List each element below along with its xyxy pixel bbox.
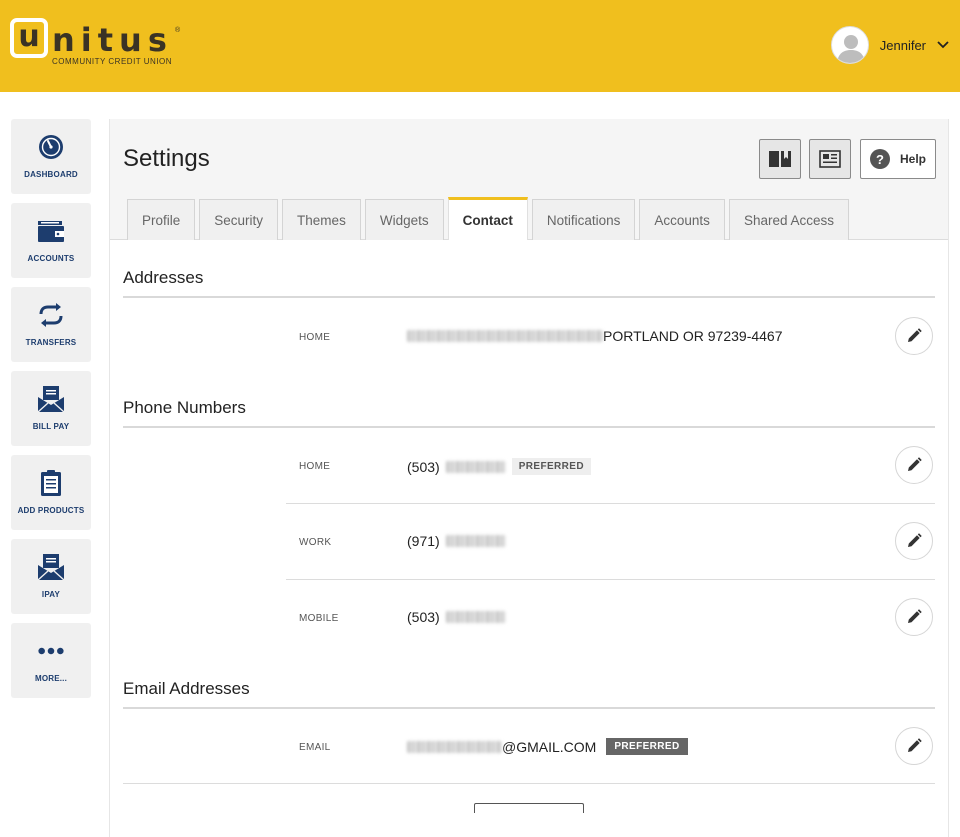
sidebar-item-label: ADD PRODUCTS — [17, 506, 85, 515]
phone-numbers-title: Phone Numbers — [123, 398, 246, 417]
question-icon: ? — [869, 149, 890, 169]
phone-work-label: WORK — [299, 537, 332, 548]
phone-mobile-area: (503) — [407, 609, 440, 625]
book-bookmark-icon — [769, 151, 791, 167]
dots-icon — [37, 637, 65, 665]
address-home-city: PORTLAND OR 97239-4467 — [603, 328, 783, 344]
tab-contact[interactable]: Contact — [447, 197, 528, 240]
logo-word-rest: nitus — [52, 21, 173, 59]
sidebar-item-transfers[interactable]: TRANSFERS — [11, 287, 91, 362]
sidebar-item-ipay[interactable]: IPAY — [11, 539, 91, 614]
row-divider — [286, 579, 935, 580]
sidebar-item-label: BILL PAY — [32, 422, 70, 431]
sidebar-item-label: IPAY — [41, 590, 61, 599]
preferred-badge: PREFERRED — [606, 738, 688, 755]
redacted-number — [445, 611, 506, 623]
tab-themes[interactable]: Themes — [282, 199, 361, 240]
pencil-icon — [908, 533, 922, 547]
avatar[interactable] — [830, 26, 869, 64]
redacted-number — [445, 460, 506, 473]
email-label: EMAIL — [299, 742, 331, 753]
redacted-number — [445, 535, 506, 547]
email-value: @GMAIL.COM PREFERRED — [407, 738, 688, 755]
logo-registered-mark: ® — [175, 27, 181, 34]
transfer-arrows-icon — [37, 301, 65, 329]
email-domain: @GMAIL.COM — [502, 738, 597, 755]
envelope-icon — [37, 553, 65, 581]
user-silhouette-icon — [836, 35, 865, 63]
pencil-icon — [908, 609, 922, 623]
sidebar-item-label: DASHBOARD — [24, 170, 78, 179]
logo-u-letter: u — [18, 19, 40, 54]
help-button[interactable]: ? Help — [860, 139, 936, 179]
user-name[interactable]: Jennifer — [880, 38, 926, 53]
pencil-icon — [908, 328, 922, 342]
logo-subtitle: COMMUNITY CREDIT UNION — [52, 57, 173, 66]
email-addresses-title: Email Addresses — [123, 679, 250, 698]
section-divider — [123, 426, 935, 428]
address-home-value: PORTLAND OR 97239-4467 — [407, 328, 783, 344]
page-title: Settings — [123, 145, 210, 172]
address-home-label: HOME — [299, 332, 331, 343]
row-divider — [123, 783, 935, 784]
user-menu[interactable]: Jennifer — [830, 26, 950, 64]
bookmark-button[interactable] — [759, 139, 801, 179]
settings-tabs: Profile Security Themes Widgets Contact … — [127, 197, 853, 240]
tab-widgets[interactable]: Widgets — [364, 199, 444, 240]
settings-card: Settings ? Help Profile Security Themes … — [109, 119, 949, 837]
phone-mobile-value: (503) — [407, 609, 506, 625]
settings-header: Settings ? Help Profile Security Themes … — [110, 119, 948, 240]
logo-u-box: u — [10, 18, 48, 58]
addresses-title: Addresses — [123, 268, 204, 287]
tab-security[interactable]: Security — [199, 199, 279, 240]
gauge-icon — [37, 133, 65, 161]
redacted-email-user — [407, 740, 502, 753]
phone-home-label: HOME — [299, 461, 331, 472]
unitus-logo[interactable]: u nitus ® COMMUNITY CREDIT UNION — [10, 18, 180, 68]
tab-shared-access[interactable]: Shared Access — [728, 199, 849, 240]
news-button[interactable] — [809, 139, 851, 179]
section-divider — [123, 296, 935, 298]
sidebar-item-more[interactable]: MORE... — [11, 623, 91, 698]
sidebar-item-label: TRANSFERS — [25, 338, 77, 347]
chevron-down-icon[interactable] — [936, 38, 950, 52]
preferred-badge: PREFERRED — [511, 458, 591, 475]
help-label: Help — [899, 152, 926, 166]
pencil-icon — [908, 457, 922, 471]
top-bar: u nitus ® COMMUNITY CREDIT UNION Jennife… — [0, 0, 960, 92]
logo-wordmark: u nitus — [10, 18, 173, 58]
phone-work-area: (971) — [407, 533, 440, 549]
phone-work-value: (971) — [407, 533, 506, 549]
envelope-icon — [37, 385, 65, 413]
phone-mobile-label: MOBILE — [299, 613, 339, 624]
sidebar-item-add-products[interactable]: ADD PRODUCTS — [11, 455, 91, 530]
newspaper-icon — [819, 150, 841, 168]
add-contact-button[interactable] — [474, 803, 584, 813]
clipboard-icon — [37, 469, 65, 497]
tab-notifications[interactable]: Notifications — [531, 199, 636, 240]
row-divider — [286, 503, 935, 504]
phone-home-value: (503) PREFERRED — [407, 458, 591, 475]
section-divider — [123, 707, 935, 709]
edit-phone-home-button[interactable] — [895, 446, 933, 484]
redacted-street — [407, 330, 603, 342]
sidebar-item-dashboard[interactable]: DASHBOARD — [11, 119, 91, 194]
pencil-icon — [908, 738, 922, 752]
sidebar: DASHBOARD ACCOUNTS TRANSFERS BILL PAY AD… — [11, 119, 91, 707]
phone-home-area: (503) — [407, 458, 440, 475]
sidebar-item-label: MORE... — [34, 674, 68, 683]
sidebar-item-bill-pay[interactable]: BILL PAY — [11, 371, 91, 446]
edit-email-button[interactable] — [895, 727, 933, 765]
edit-address-button[interactable] — [895, 317, 933, 355]
tab-accounts[interactable]: Accounts — [639, 199, 725, 240]
edit-phone-work-button[interactable] — [895, 522, 933, 560]
tab-profile[interactable]: Profile — [127, 199, 196, 240]
sidebar-item-accounts[interactable]: ACCOUNTS — [11, 203, 91, 278]
edit-phone-mobile-button[interactable] — [895, 598, 933, 636]
sidebar-item-label: ACCOUNTS — [27, 254, 75, 263]
wallet-icon — [37, 217, 65, 245]
